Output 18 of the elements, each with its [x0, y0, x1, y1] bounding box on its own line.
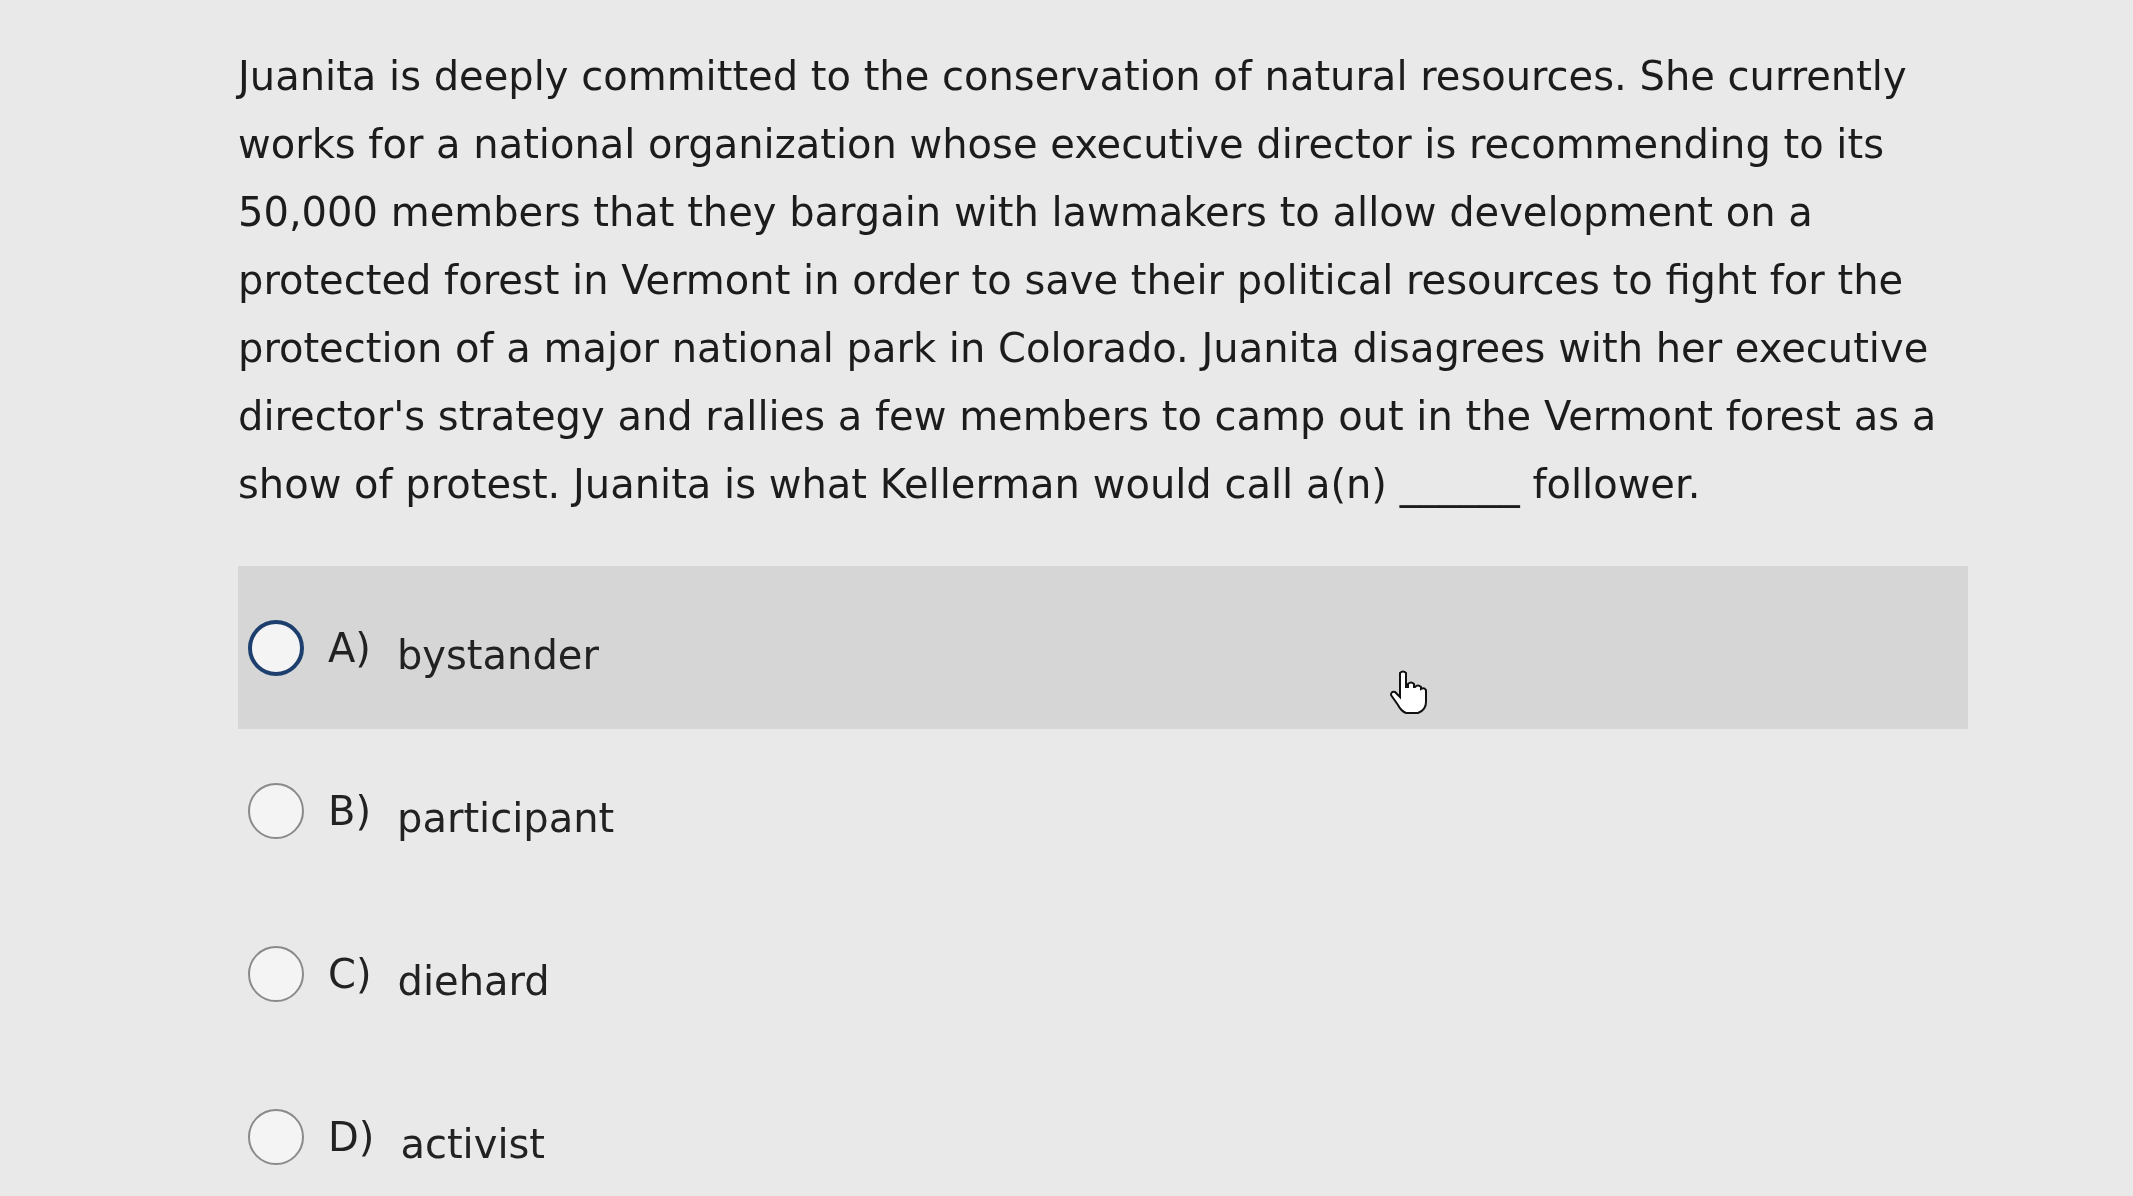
option-letter: C): [328, 950, 372, 997]
option-letter: B): [328, 787, 372, 834]
option-letter: D): [328, 1113, 375, 1160]
option-letter: A): [328, 624, 371, 671]
radio-button[interactable]: [248, 619, 304, 676]
option-text: bystander: [396, 630, 599, 678]
pointer-hand-icon: [1388, 669, 1428, 715]
option-text: participant: [397, 793, 615, 841]
option-row[interactable]: C) diehard: [238, 892, 1968, 1055]
option-text: activist: [400, 1119, 545, 1167]
option-highlight[interactable]: A) bystander: [238, 566, 1968, 729]
option-row[interactable]: D) activist: [238, 1055, 1968, 1196]
question-text: Juanita is deeply committed to the conservation of natural resources. She currently works for a national organization whose executive director is recommending to its 50,000 members that they bargain with lawmakers to allow development on a protected forest in Vermont in order to save their political resources to fight for the protection of a major national park in Colorado. Juanita disagrees with her executive director's strategy and rallies a few members to camp out in the Vermont forest as a show of protest. Juanita is what Kellerman would call a(n) ______ follower.: [238, 52, 1938, 510]
radio-button[interactable]: [248, 945, 304, 1002]
option-row[interactable]: B) participant: [238, 729, 1968, 892]
radio-button[interactable]: [248, 782, 304, 839]
option-text: diehard: [397, 956, 550, 1004]
radio-button[interactable]: [248, 1108, 304, 1165]
